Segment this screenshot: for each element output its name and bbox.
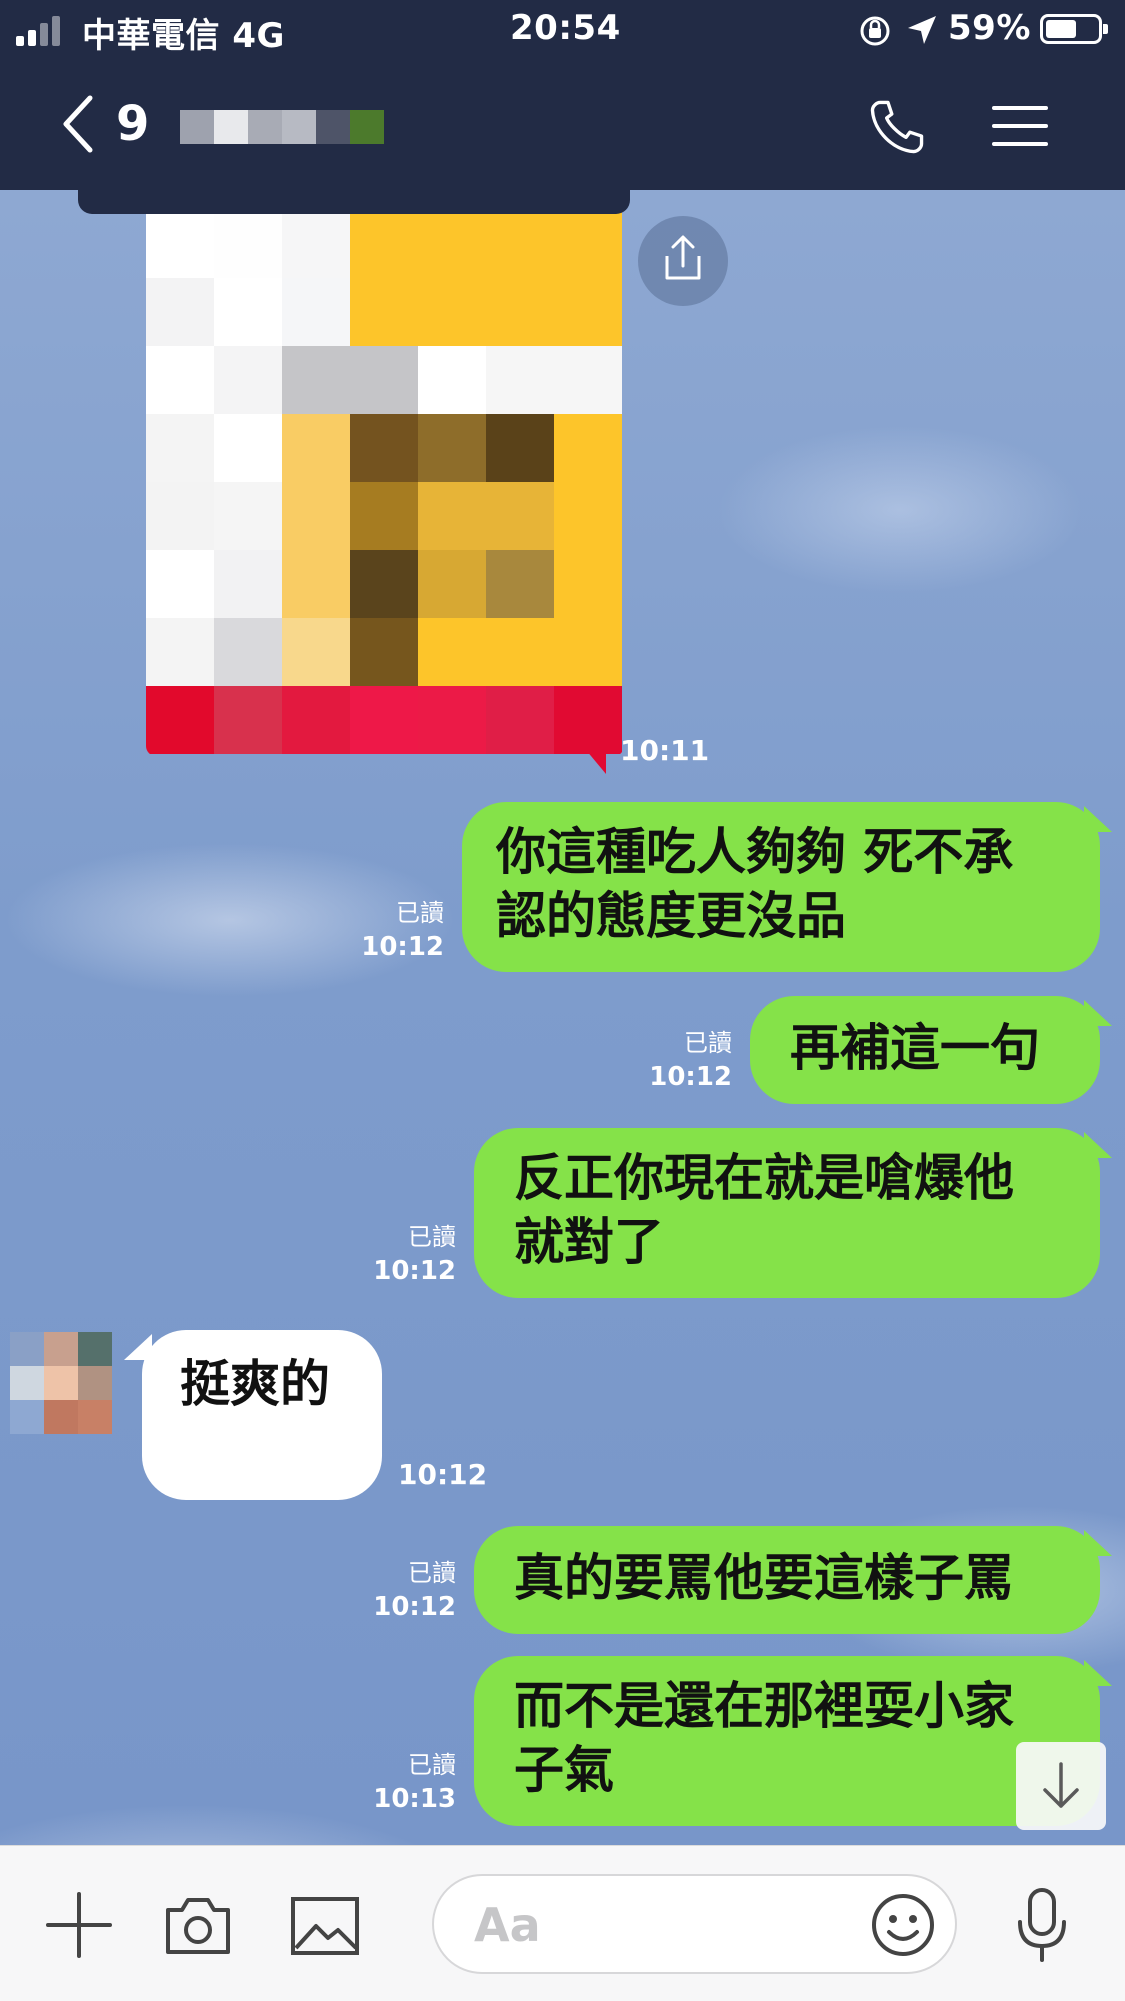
- image-message[interactable]: [146, 210, 624, 756]
- microphone-icon[interactable]: [1012, 1886, 1072, 1966]
- back-button[interactable]: 9: [50, 88, 160, 158]
- message-time: 10:12: [361, 932, 444, 962]
- message-time: 10:12: [398, 1458, 488, 1491]
- battery-fill: [1046, 20, 1076, 38]
- image-icon[interactable]: [290, 1896, 360, 1956]
- chevron-left-icon: [63, 95, 93, 153]
- message-line: 挺爽的: [180, 1355, 330, 1413]
- phone-icon[interactable]: [866, 96, 928, 158]
- scroll-to-bottom-button[interactable]: [1016, 1742, 1106, 1830]
- message-input-bar: Aa: [0, 1845, 1125, 2001]
- message-time: 10:11: [620, 734, 710, 767]
- bubble-tail: [1084, 1000, 1112, 1026]
- battery-icon: [1040, 14, 1108, 44]
- image-top-tail: [78, 190, 630, 214]
- outgoing-message[interactable]: 你這種吃人夠夠 死不承 認的態度更沒品: [462, 802, 1100, 972]
- share-icon: [665, 235, 701, 280]
- message-line: 子氣: [514, 1741, 614, 1799]
- pixelated-image: [146, 210, 624, 754]
- bubble-tail: [1084, 1132, 1112, 1158]
- location-icon: [908, 16, 936, 44]
- bubble-tail: [1084, 1660, 1112, 1686]
- share-button[interactable]: [638, 216, 728, 306]
- chat-title-pixelated: [180, 110, 384, 144]
- message-meta: 已讀 10:13: [352, 1748, 456, 1816]
- signal-icon: [16, 16, 60, 46]
- message-line: 你這種吃人夠夠 死不承: [496, 823, 1014, 881]
- message-meta: 已讀 10:12: [352, 1556, 456, 1624]
- bubble-tail: [1084, 806, 1112, 832]
- battery-percent: 59%: [948, 8, 1031, 48]
- message-meta: 已讀 10:12: [340, 896, 444, 964]
- incoming-message[interactable]: 挺爽的: [142, 1330, 382, 1500]
- message-line: 再補這一句: [790, 1019, 1040, 1077]
- menu-icon[interactable]: [992, 102, 1050, 150]
- outgoing-message[interactable]: 反正你現在就是嗆爆他 就對了: [474, 1128, 1100, 1298]
- bubble-tail: [1084, 1530, 1112, 1556]
- read-receipt: 已讀: [408, 1559, 456, 1587]
- read-receipt: 已讀: [408, 1751, 456, 1779]
- status-bar: 中華電信 4G 20:54 59%: [0, 0, 1125, 60]
- arrow-down-icon: [1043, 1762, 1079, 1808]
- message-line: 認的態度更沒品: [496, 887, 846, 945]
- read-receipt: 已讀: [684, 1029, 732, 1057]
- message-list[interactable]: 10:11 你這種吃人夠夠 死不承 認的態度更沒品 已讀 10:12 再補這一句…: [0, 190, 1125, 1845]
- message-line: 就對了: [514, 1213, 664, 1271]
- outgoing-message[interactable]: 真的要罵他要這樣子罵: [474, 1526, 1100, 1634]
- camera-icon[interactable]: [162, 1894, 234, 1956]
- orientation-lock-icon: [860, 16, 890, 46]
- read-receipt: 已讀: [396, 899, 444, 927]
- carrier-label: 中華電信 4G: [82, 16, 285, 56]
- emoji-icon[interactable]: [870, 1892, 936, 1958]
- read-receipt: 已讀: [408, 1223, 456, 1251]
- message-input[interactable]: Aa: [432, 1874, 957, 1974]
- message-time: 10:12: [373, 1256, 456, 1286]
- message-meta: 已讀 10:12: [628, 1026, 732, 1094]
- message-line: 真的要罵他要這樣子罵: [514, 1549, 1014, 1607]
- message-line: 反正你現在就是嗆爆他: [514, 1149, 1014, 1207]
- message-meta: 已讀 10:12: [352, 1220, 456, 1288]
- outgoing-message[interactable]: 而不是還在那裡耍小家 子氣: [474, 1656, 1100, 1826]
- clock: 20:54: [510, 8, 621, 48]
- message-time: 10:12: [649, 1062, 732, 1092]
- unread-count: 9: [116, 96, 150, 152]
- outgoing-message[interactable]: 再補這一句: [750, 996, 1100, 1104]
- avatar[interactable]: [10, 1332, 112, 1434]
- plus-icon[interactable]: [44, 1890, 114, 1960]
- bubble-tail: [124, 1334, 152, 1360]
- message-input-placeholder: Aa: [474, 1898, 541, 1952]
- image-tail: [576, 738, 606, 774]
- message-time: 10:12: [373, 1592, 456, 1622]
- message-line: 而不是還在那裡耍小家: [514, 1677, 1014, 1735]
- message-time: 10:13: [373, 1784, 456, 1814]
- chat-header: 9: [0, 60, 1125, 190]
- line-chat-screen: 中華電信 4G 20:54 59% 9 10:11 你這種吃人夠夠 死不承 認的…: [0, 0, 1125, 2001]
